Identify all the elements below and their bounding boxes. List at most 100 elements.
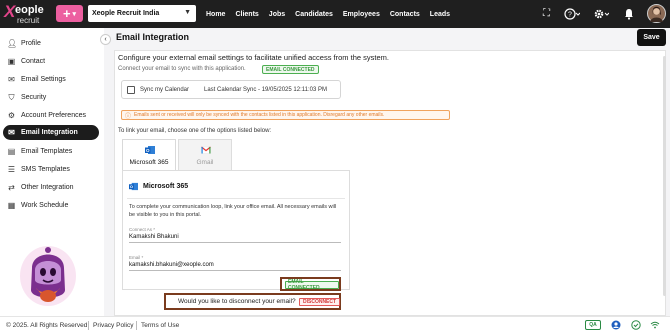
contact-icon: ▣ <box>7 57 16 66</box>
sidebar-item-label: Other Integration <box>21 184 74 191</box>
tab-microsoft-365[interactable]: O Microsoft 365 <box>122 139 176 171</box>
svg-text:O: O <box>130 184 133 189</box>
calendar-icon: ▦ <box>7 201 16 210</box>
user-icon: 👤︎ <box>7 39 18 48</box>
disconnect-question: Would you like to disconnect your email? <box>178 298 296 305</box>
sidebar-item-label: Security <box>21 94 47 101</box>
email-connected-highlight: EMAIL CONNECTED <box>280 277 341 291</box>
sidebar-item-email-settings[interactable]: ✉ Email Settings <box>3 72 99 87</box>
mascot-illustration <box>18 236 78 308</box>
wifi-icon <box>650 320 660 330</box>
shield-icon: ⛉ <box>8 93 15 102</box>
disconnect-highlight: Would you like to disconnect your email?… <box>164 293 341 310</box>
footer: © 2025. All Rights Reserved Privacy Poli… <box>0 316 670 333</box>
plus-icon: + <box>62 6 71 21</box>
sidebar-item-sms-templates[interactable]: ☰ SMS Templates <box>3 162 99 177</box>
nav-employees[interactable]: Employees <box>343 11 380 18</box>
logo-x: X <box>4 2 16 21</box>
main-nav: Home Clients Jobs Candidates Employees C… <box>206 0 460 28</box>
divider <box>88 321 89 330</box>
section-heading: Configure your external email settings t… <box>118 53 389 62</box>
microsoft-365-panel: O Microsoft 365 To complete your communi… <box>122 170 350 290</box>
settings-icon[interactable] <box>593 8 610 24</box>
svg-text:?: ? <box>568 12 572 19</box>
tab-gmail[interactable]: Gmail <box>178 139 232 171</box>
logo-sub: recruit <box>17 16 40 25</box>
logo-name: eople <box>15 4 44 16</box>
chevron-left-icon: ‹ <box>104 36 107 43</box>
choose-option-text: To link your email, choose one of the op… <box>118 128 272 134</box>
sidebar-item-label: Profile <box>21 40 41 47</box>
panel-description: To complete your communication loop, lin… <box>129 204 337 218</box>
sync-warning-text: Emails sent or received will only be syn… <box>134 112 385 118</box>
outlook-icon: O <box>129 182 138 191</box>
divider <box>136 321 137 330</box>
page-title: Email Integration <box>116 32 190 42</box>
nav-contacts[interactable]: Contacts <box>390 11 420 18</box>
integration-icon: ⇄ <box>8 183 15 192</box>
sidebar-item-label: Contact <box>21 58 46 65</box>
sidebar-item-label: Work Schedule <box>21 202 69 209</box>
sidebar-item-security[interactable]: ⛉ Security <box>3 90 99 105</box>
privacy-policy-link[interactable]: Privacy Policy <box>93 322 133 329</box>
sms-icon: ☰ <box>7 165 16 174</box>
nav-jobs[interactable]: Jobs <box>269 11 285 18</box>
scrollbar[interactable] <box>663 56 666 296</box>
sync-calendar-label[interactable]: Sync my Calendar <box>140 87 189 93</box>
sidebar-item-account-preferences[interactable]: ⚙ Account Preferences <box>3 108 99 123</box>
quick-add-button[interactable]: + ▾ <box>56 5 83 22</box>
terms-of-use-link[interactable]: Terms of Use <box>141 322 179 329</box>
sidebar-item-label: Email Settings <box>21 76 66 83</box>
bell-icon[interactable] <box>624 8 634 24</box>
avatar[interactable] <box>647 4 666 23</box>
disconnect-button[interactable]: DISCONNECT <box>299 298 341 306</box>
outlook-icon: O <box>145 146 155 154</box>
last-calendar-sync: Last Calendar Sync - 19/05/2025 12:11:03… <box>204 87 327 93</box>
top-bar: X eople recruit + ▾ Xeople Recruit India… <box>0 0 670 28</box>
sidebar-item-email-integration[interactable]: ✉ Email Integration <box>3 125 99 140</box>
tab-label: Gmail <box>196 159 214 166</box>
organization-select-value: Xeople Recruit India <box>92 10 160 17</box>
divider <box>127 198 345 199</box>
sidebar-item-other-integration[interactable]: ⇄ Other Integration <box>3 180 99 195</box>
sidebar-item-profile[interactable]: 👤︎ Profile <box>3 36 99 51</box>
connect-as-field[interactable]: Kamakshi Bhakuni <box>129 234 341 243</box>
help-icon[interactable]: ? <box>564 8 581 24</box>
calendar-sync-box: Sync my Calendar Last Calendar Sync - 19… <box>121 80 341 99</box>
account-icon: ⚙ <box>7 111 16 120</box>
connect-as-label: Connect As * <box>129 227 156 232</box>
chevron-down-icon: ▾ <box>72 10 77 18</box>
email-integration-card: Configure your external email settings t… <box>114 50 666 316</box>
svg-text:O: O <box>146 148 150 153</box>
account-circle-icon[interactable] <box>611 320 621 330</box>
connect-text: Connect your email to sync with this app… <box>118 66 246 72</box>
sidebar-item-label: SMS Templates <box>21 166 70 173</box>
panel-title: Microsoft 365 <box>143 183 189 190</box>
sidebar-item-email-templates[interactable]: ▤ Email Templates <box>3 144 99 159</box>
email-connected-status: EMAIL CONNECTED <box>285 279 339 291</box>
qa-badge[interactable]: QA <box>585 320 601 330</box>
sync-warning-alert: ⓘ Emails sent or received will only be s… <box>121 110 450 120</box>
sidebar-item-contact[interactable]: ▣ Contact <box>3 54 99 69</box>
nav-clients[interactable]: Clients <box>235 11 258 18</box>
xeople-logo[interactable]: X eople recruit <box>4 2 52 25</box>
template-icon: ▤ <box>7 147 16 156</box>
email-label: Email * <box>129 255 144 260</box>
nav-home[interactable]: Home <box>206 11 225 18</box>
sidebar-item-label: Email Integration <box>21 129 78 136</box>
save-button[interactable]: Save <box>637 29 666 46</box>
sidebar-item-label: Account Preferences <box>21 112 86 119</box>
sidebar-item-work-schedule[interactable]: ▦ Work Schedule <box>3 198 99 213</box>
main-content: Email Integration Save Configure your ex… <box>110 28 670 316</box>
nav-leads[interactable]: Leads <box>430 11 450 18</box>
email-connected-badge: EMAIL CONNECTED <box>262 65 319 74</box>
check-circle-icon[interactable] <box>631 320 641 330</box>
copyright: © 2025. All Rights Reserved <box>6 322 88 329</box>
nav-candidates[interactable]: Candidates <box>295 11 333 18</box>
fullscreen-icon[interactable]: ⛶ <box>543 8 550 20</box>
mail-icon: ✉ <box>8 128 15 137</box>
sidebar-item-label: Email Templates <box>21 148 73 155</box>
email-field[interactable]: kamakshi.bhakuni@xeople.com <box>129 262 341 271</box>
sync-calendar-checkbox[interactable] <box>127 86 135 94</box>
organization-select[interactable]: Xeople Recruit India ▼ <box>88 5 196 22</box>
